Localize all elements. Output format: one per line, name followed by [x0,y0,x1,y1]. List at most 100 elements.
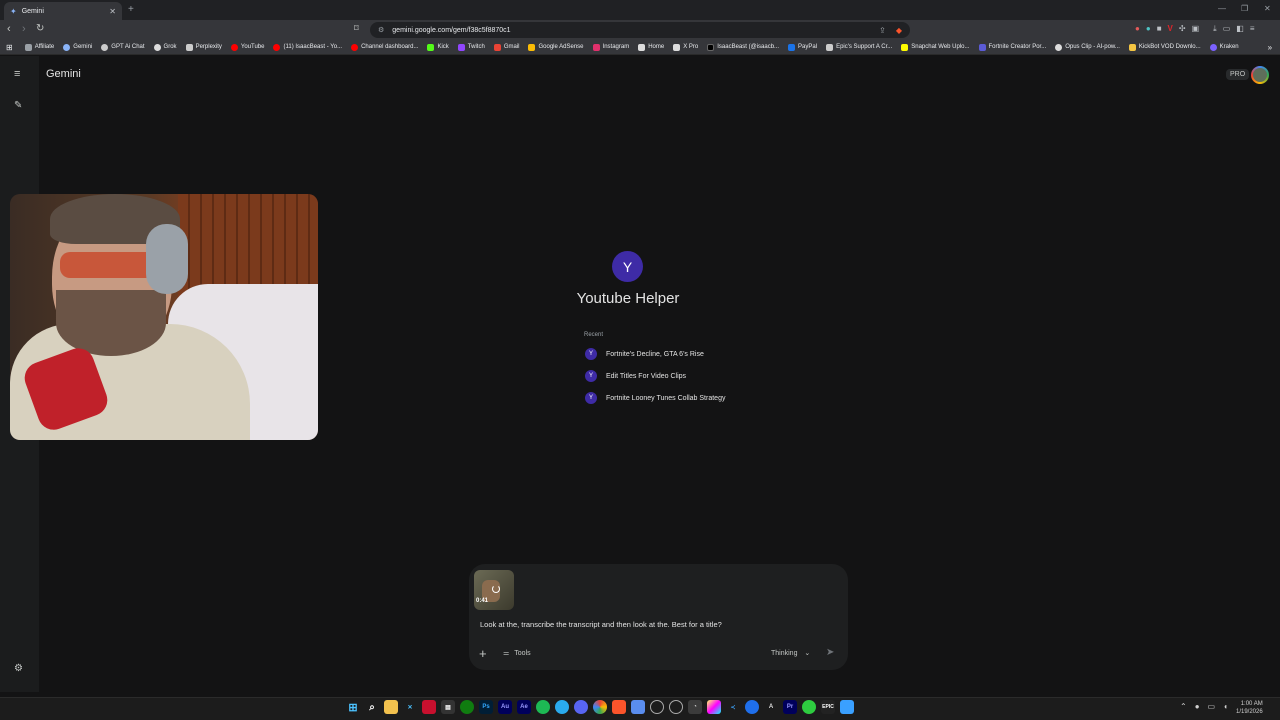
premiere-icon[interactable]: Pr [783,700,797,714]
volume-icon[interactable]: ◖ [1223,702,1228,711]
recent-chat-item[interactable]: Y Fortnite Looney Tunes Collab Strategy [585,392,725,404]
taskbar-clock[interactable]: 1:00 AM 1/19/2026 [1236,700,1263,716]
search-icon[interactable]: ⌕ [365,700,379,714]
settings-gear-icon[interactable]: ⚙ [14,663,23,674]
app-icon[interactable]: ◔ [688,700,702,714]
bookmark[interactable]: Epic's Support A Cr... [826,43,892,51]
wallet-icon[interactable]: ▭ [1223,24,1231,34]
menu-icon[interactable]: ≡ [1250,24,1255,34]
app-icon[interactable] [707,700,721,714]
beard [56,290,166,356]
bookmark[interactable]: Grok [153,43,177,51]
spotify-icon[interactable] [536,700,550,714]
new-tab-icon[interactable]: + [128,4,134,15]
extension-icon[interactable]: ● [1146,24,1151,34]
bookmark[interactable]: (11) IsaacBeast - Yo... [273,43,342,51]
app-icon[interactable] [422,700,436,714]
main-menu-icon[interactable]: ≡ [14,68,20,80]
site-info-icon[interactable]: ⚙ [378,26,384,34]
bookmark[interactable]: KickBot VOD Downlo... [1128,43,1201,51]
bookmark[interactable]: Gmail [493,43,519,51]
telegram-icon[interactable] [555,700,569,714]
chevron-up-icon[interactable]: ⌃ [1180,702,1187,711]
bookmark[interactable]: Home [638,43,664,51]
share-icon[interactable]: ⇪ [879,26,886,35]
minimize-icon[interactable]: — [1218,4,1226,13]
account-avatar[interactable] [1251,66,1269,84]
brave-icon[interactable] [612,700,626,714]
bookmark[interactable]: Kick [427,43,449,51]
xbox-icon[interactable] [460,700,474,714]
brave-shield-icon[interactable]: ◆ [896,26,902,35]
app-title: Gemini [46,68,81,80]
recent-chat-label: Fortnite Looney Tunes Collab Strategy [606,394,726,402]
address-bar[interactable]: ⚙ gemini.google.com/gem/f38c5f8870c1 ⇪ ◆ [370,22,910,38]
sidebar-toggle-icon[interactable]: ▣ [1192,24,1200,34]
system-tray: ⌃ ● ▭ ◖ [1180,702,1228,711]
bookmark[interactable]: GPT Ai Chat [101,43,145,51]
recent-chat-item[interactable]: Y Fortnite's Decline, GTA 6's Rise [585,348,704,360]
app-icon[interactable] [745,700,759,714]
app-icon[interactable]: ▤ [441,700,455,714]
audition-icon[interactable]: Au [498,700,512,714]
bookmark[interactable]: Channel dashboard... [351,43,418,51]
epic-games-icon[interactable]: EPIC [821,700,835,714]
tools-button[interactable]: ⚌ Tools [503,649,531,658]
microphone-icon[interactable]: ● [1195,702,1200,711]
bookmark[interactable]: Gemini [63,43,92,51]
extension-icon[interactable]: ● [1135,24,1140,34]
bookmark[interactable]: Affiliate [24,43,54,51]
puzzle-icon[interactable]: ✣ [1179,24,1186,34]
restore-icon[interactable]: ❐ [1241,4,1248,13]
close-window-icon[interactable]: ✕ [1264,4,1271,13]
vscode-icon[interactable]: ≺ [726,700,740,714]
pro-badge: PRO [1226,69,1250,80]
bookmark[interactable]: Instagram [592,43,629,51]
bookmark[interactable]: PayPal [788,43,817,51]
app-icon[interactable] [669,700,683,714]
start-icon[interactable]: ⊞ [346,700,360,714]
app-icon[interactable] [650,700,664,714]
after-effects-icon[interactable]: Ae [517,700,531,714]
bookmark[interactable]: Google AdSense [528,43,584,51]
app-icon[interactable] [802,700,816,714]
download-icon[interactable]: ⤓ [1213,24,1217,34]
network-icon[interactable]: ▭ [1208,702,1216,711]
new-chat-icon[interactable]: ✎ [14,100,22,111]
bookmark-icon[interactable]: ⌑ [354,23,359,34]
apps-icon[interactable]: ⊞ [6,43,13,52]
vivaldi-icon[interactable]: V [1168,24,1173,34]
bookmark[interactable]: Snapchat Web Uplo... [901,43,970,51]
chevron-down-icon: ⌄ [804,650,811,657]
chrome-icon[interactable] [593,700,607,714]
split-view-icon[interactable]: ◧ [1236,24,1244,34]
bookmark[interactable]: Twitch [457,43,485,51]
app-icon[interactable] [840,700,854,714]
close-tab-icon[interactable]: ✕ [109,7,116,16]
photoshop-icon[interactable]: Ps [479,700,493,714]
bookmark[interactable]: Perplexity [185,43,222,51]
bookmark[interactable]: IsaacBeast (@isaacb... [707,43,779,51]
more-bookmarks-icon[interactable]: » [1268,43,1272,52]
bookmark[interactable]: Kraken [1209,43,1239,51]
bookmark[interactable]: X Pro [673,43,698,51]
extension-icon[interactable]: ■ [1157,24,1162,34]
send-icon[interactable]: ➤ [826,647,834,658]
extensions-area: ● ● ■ V ✣ ▣ ⤓ ▭ ◧ ≡ [1135,24,1254,34]
back-icon[interactable]: ‹ [7,23,11,35]
app-icon[interactable]: A [764,700,778,714]
prompt-input[interactable]: Look at the, transcribe the transcript a… [480,620,722,629]
bookmark[interactable]: Opus Clip - AI-pow... [1055,43,1120,51]
file-explorer-icon[interactable] [384,700,398,714]
model-mode-selector[interactable]: Thinking ⌄ [771,649,810,657]
tab-gemini[interactable]: ✦ Gemini ✕ [4,2,122,20]
discord-icon[interactable] [574,700,588,714]
reload-icon[interactable]: ↻ [36,23,44,34]
add-attachment-icon[interactable]: + [479,646,487,661]
forward-icon[interactable]: › [22,23,26,35]
app-icon[interactable] [631,700,645,714]
bookmark[interactable]: Fortnite Creator Por... [978,43,1046,51]
bookmark[interactable]: YouTube [230,43,264,51]
recent-chat-item[interactable]: Y Edit Titles For Video Clips [585,370,686,382]
capcut-icon[interactable]: ✕ [403,700,417,714]
